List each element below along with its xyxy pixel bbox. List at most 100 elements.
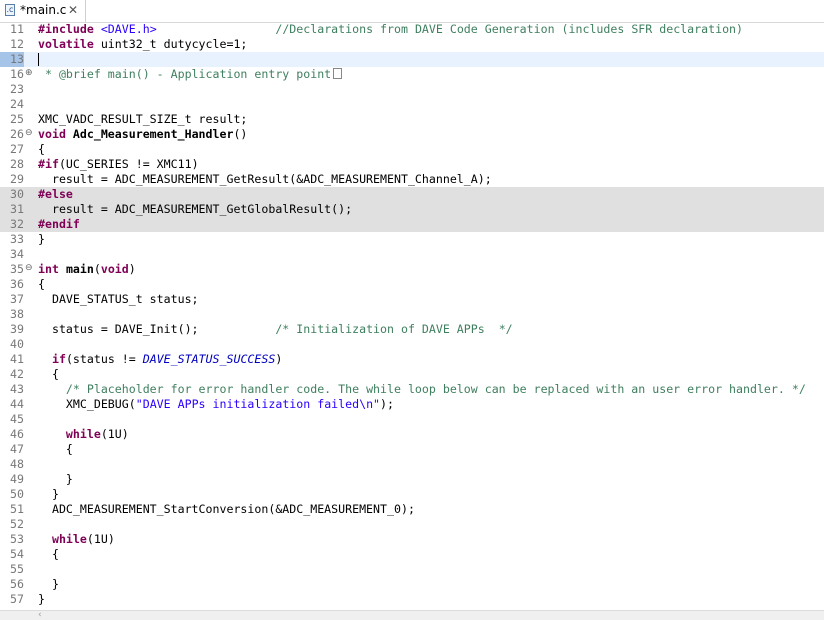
- code-token: "DAVE APPs initialization failed\n": [135, 397, 381, 411]
- code-token: (: [93, 262, 101, 276]
- code-token: /* Initialization of DAVE APPs */: [275, 322, 513, 336]
- code-line[interactable]: 38: [0, 307, 824, 322]
- code-line[interactable]: 56 }: [0, 577, 824, 592]
- expand-fold-icon[interactable]: ⊕: [25, 69, 34, 78]
- line-number: 56: [10, 577, 24, 591]
- line-number: 53: [10, 532, 24, 546]
- line-number: 25: [10, 112, 24, 126]
- code-line[interactable]: 26 ⊖ void Adc_Measurement_Handler(): [0, 127, 824, 142]
- line-number: 37: [10, 292, 24, 306]
- line-number: 13: [10, 52, 24, 66]
- code-token: result = ADC_MEASUREMENT_GetResult(&ADC_…: [38, 172, 492, 186]
- code-token: {: [38, 277, 45, 291]
- code-line[interactable]: 13: [0, 52, 824, 67]
- code-line[interactable]: 37 DAVE_STATUS_t status;: [0, 292, 824, 307]
- code-editor[interactable]: 11 #include <DAVE.h> //Declarations from …: [0, 22, 824, 619]
- code-token: }: [38, 487, 59, 501]
- code-line[interactable]: 25 XMC_VADC_RESULT_SIZE_t result;: [0, 112, 824, 127]
- code-token: while: [65, 427, 101, 441]
- code-line[interactable]: 55: [0, 562, 824, 577]
- code-line[interactable]: 54 {: [0, 547, 824, 562]
- code-line[interactable]: 35 ⊖ int main(void): [0, 262, 824, 277]
- code-token: #endif: [38, 217, 80, 231]
- code-line[interactable]: 51 ADC_MEASUREMENT_StartConversion(&ADC_…: [0, 502, 824, 517]
- code-token: (UC_SERIES != XMC11): [58, 157, 199, 171]
- code-token: {: [38, 442, 73, 456]
- code-line[interactable]: 52: [0, 517, 824, 532]
- text-caret: [38, 53, 39, 66]
- line-number: 31: [10, 202, 24, 216]
- line-number: 23: [10, 82, 24, 96]
- code-token: XMC_VADC_RESULT_SIZE_t result;: [38, 112, 248, 126]
- code-line[interactable]: 29 result = ADC_MEASUREMENT_GetResult(&A…: [0, 172, 824, 187]
- code-text: {: [38, 142, 45, 157]
- code-token: ): [128, 262, 136, 276]
- code-text: void Adc_Measurement_Handler(): [38, 127, 247, 142]
- line-number: 45: [10, 412, 24, 426]
- code-token: }: [38, 577, 59, 591]
- code-line[interactable]: 46 while(1U): [0, 427, 824, 442]
- code-token: {: [38, 367, 59, 381]
- code-line[interactable]: 43 /* Placeholder for error handler code…: [0, 382, 824, 397]
- code-line[interactable]: 50 }: [0, 487, 824, 502]
- code-text: if(status != DAVE_STATUS_SUCCESS): [38, 352, 282, 367]
- code-token: if: [51, 352, 66, 366]
- code-token: void: [100, 262, 129, 276]
- code-token: /* Placeholder for error handler code. T…: [65, 382, 806, 396]
- close-icon[interactable]: ✕: [68, 3, 78, 17]
- code-text: }: [38, 577, 59, 592]
- code-text: {: [38, 442, 73, 457]
- code-line[interactable]: 40: [0, 337, 824, 352]
- line-number: 48: [10, 457, 24, 471]
- code-line[interactable]: 28 #if(UC_SERIES != XMC11): [0, 157, 824, 172]
- code-line[interactable]: 16 ⊕ * @brief main() - Application entry …: [0, 67, 824, 82]
- code-token: volatile: [38, 37, 94, 51]
- folded-region-icon[interactable]: [333, 68, 343, 79]
- code-line[interactable]: 53 while(1U): [0, 532, 824, 547]
- line-number: 41: [10, 352, 24, 366]
- code-line[interactable]: 57}: [0, 592, 824, 607]
- code-line[interactable]: 42 {: [0, 367, 824, 382]
- code-text: #else: [38, 187, 73, 202]
- code-line[interactable]: 44 XMC_DEBUG("DAVE APPs initialization f…: [0, 397, 824, 412]
- code-line[interactable]: 49 }: [0, 472, 824, 487]
- code-text: #endif: [38, 217, 80, 232]
- code-line[interactable]: 30 #else: [0, 187, 824, 202]
- code-line[interactable]: 39 status = DAVE_Init(); /* Initializati…: [0, 322, 824, 337]
- code-text: /* Placeholder for error handler code. T…: [38, 382, 806, 397]
- tab-title: *main.c: [20, 3, 67, 17]
- tab-main-c[interactable]: .c *main.c ✕: [0, 0, 86, 22]
- line-number: 57: [10, 592, 24, 606]
- code-line[interactable]: 11 #include <DAVE.h> //Declarations from …: [0, 22, 824, 37]
- code-line[interactable]: 36 {: [0, 277, 824, 292]
- code-token: Adc_Measurement_Handler: [72, 127, 234, 141]
- code-text: {: [38, 367, 59, 382]
- code-token: {: [38, 547, 59, 561]
- code-text: int main(void): [38, 262, 136, 277]
- collapse-fold-icon[interactable]: ⊖: [25, 129, 34, 138]
- code-line[interactable]: 27 {: [0, 142, 824, 157]
- code-line[interactable]: 47 {: [0, 442, 824, 457]
- collapse-fold-icon[interactable]: ⊖: [25, 264, 34, 273]
- code-line[interactable]: 24: [0, 97, 824, 112]
- code-line[interactable]: 12 volatile uint32_t dutycycle=1;: [0, 37, 824, 52]
- line-number: 55: [10, 562, 24, 576]
- code-line[interactable]: 48: [0, 457, 824, 472]
- code-line[interactable]: 34: [0, 247, 824, 262]
- code-line[interactable]: 33}: [0, 232, 824, 247]
- code-line[interactable]: 32 #endif: [0, 217, 824, 232]
- code-text: status = DAVE_Init(); /* Initialization …: [38, 322, 513, 337]
- line-number: 33: [10, 232, 24, 246]
- line-number: 51: [10, 502, 24, 516]
- code-line[interactable]: 23: [0, 82, 824, 97]
- line-number: 43: [10, 382, 24, 396]
- code-token: DAVE_STATUS_SUCCESS: [142, 352, 276, 366]
- code-line[interactable]: 41 if(status != DAVE_STATUS_SUCCESS): [0, 352, 824, 367]
- code-token: ): [275, 352, 283, 366]
- code-line[interactable]: 31 result = ADC_MEASUREMENT_GetGlobalRes…: [0, 202, 824, 217]
- code-line[interactable]: 45: [0, 412, 824, 427]
